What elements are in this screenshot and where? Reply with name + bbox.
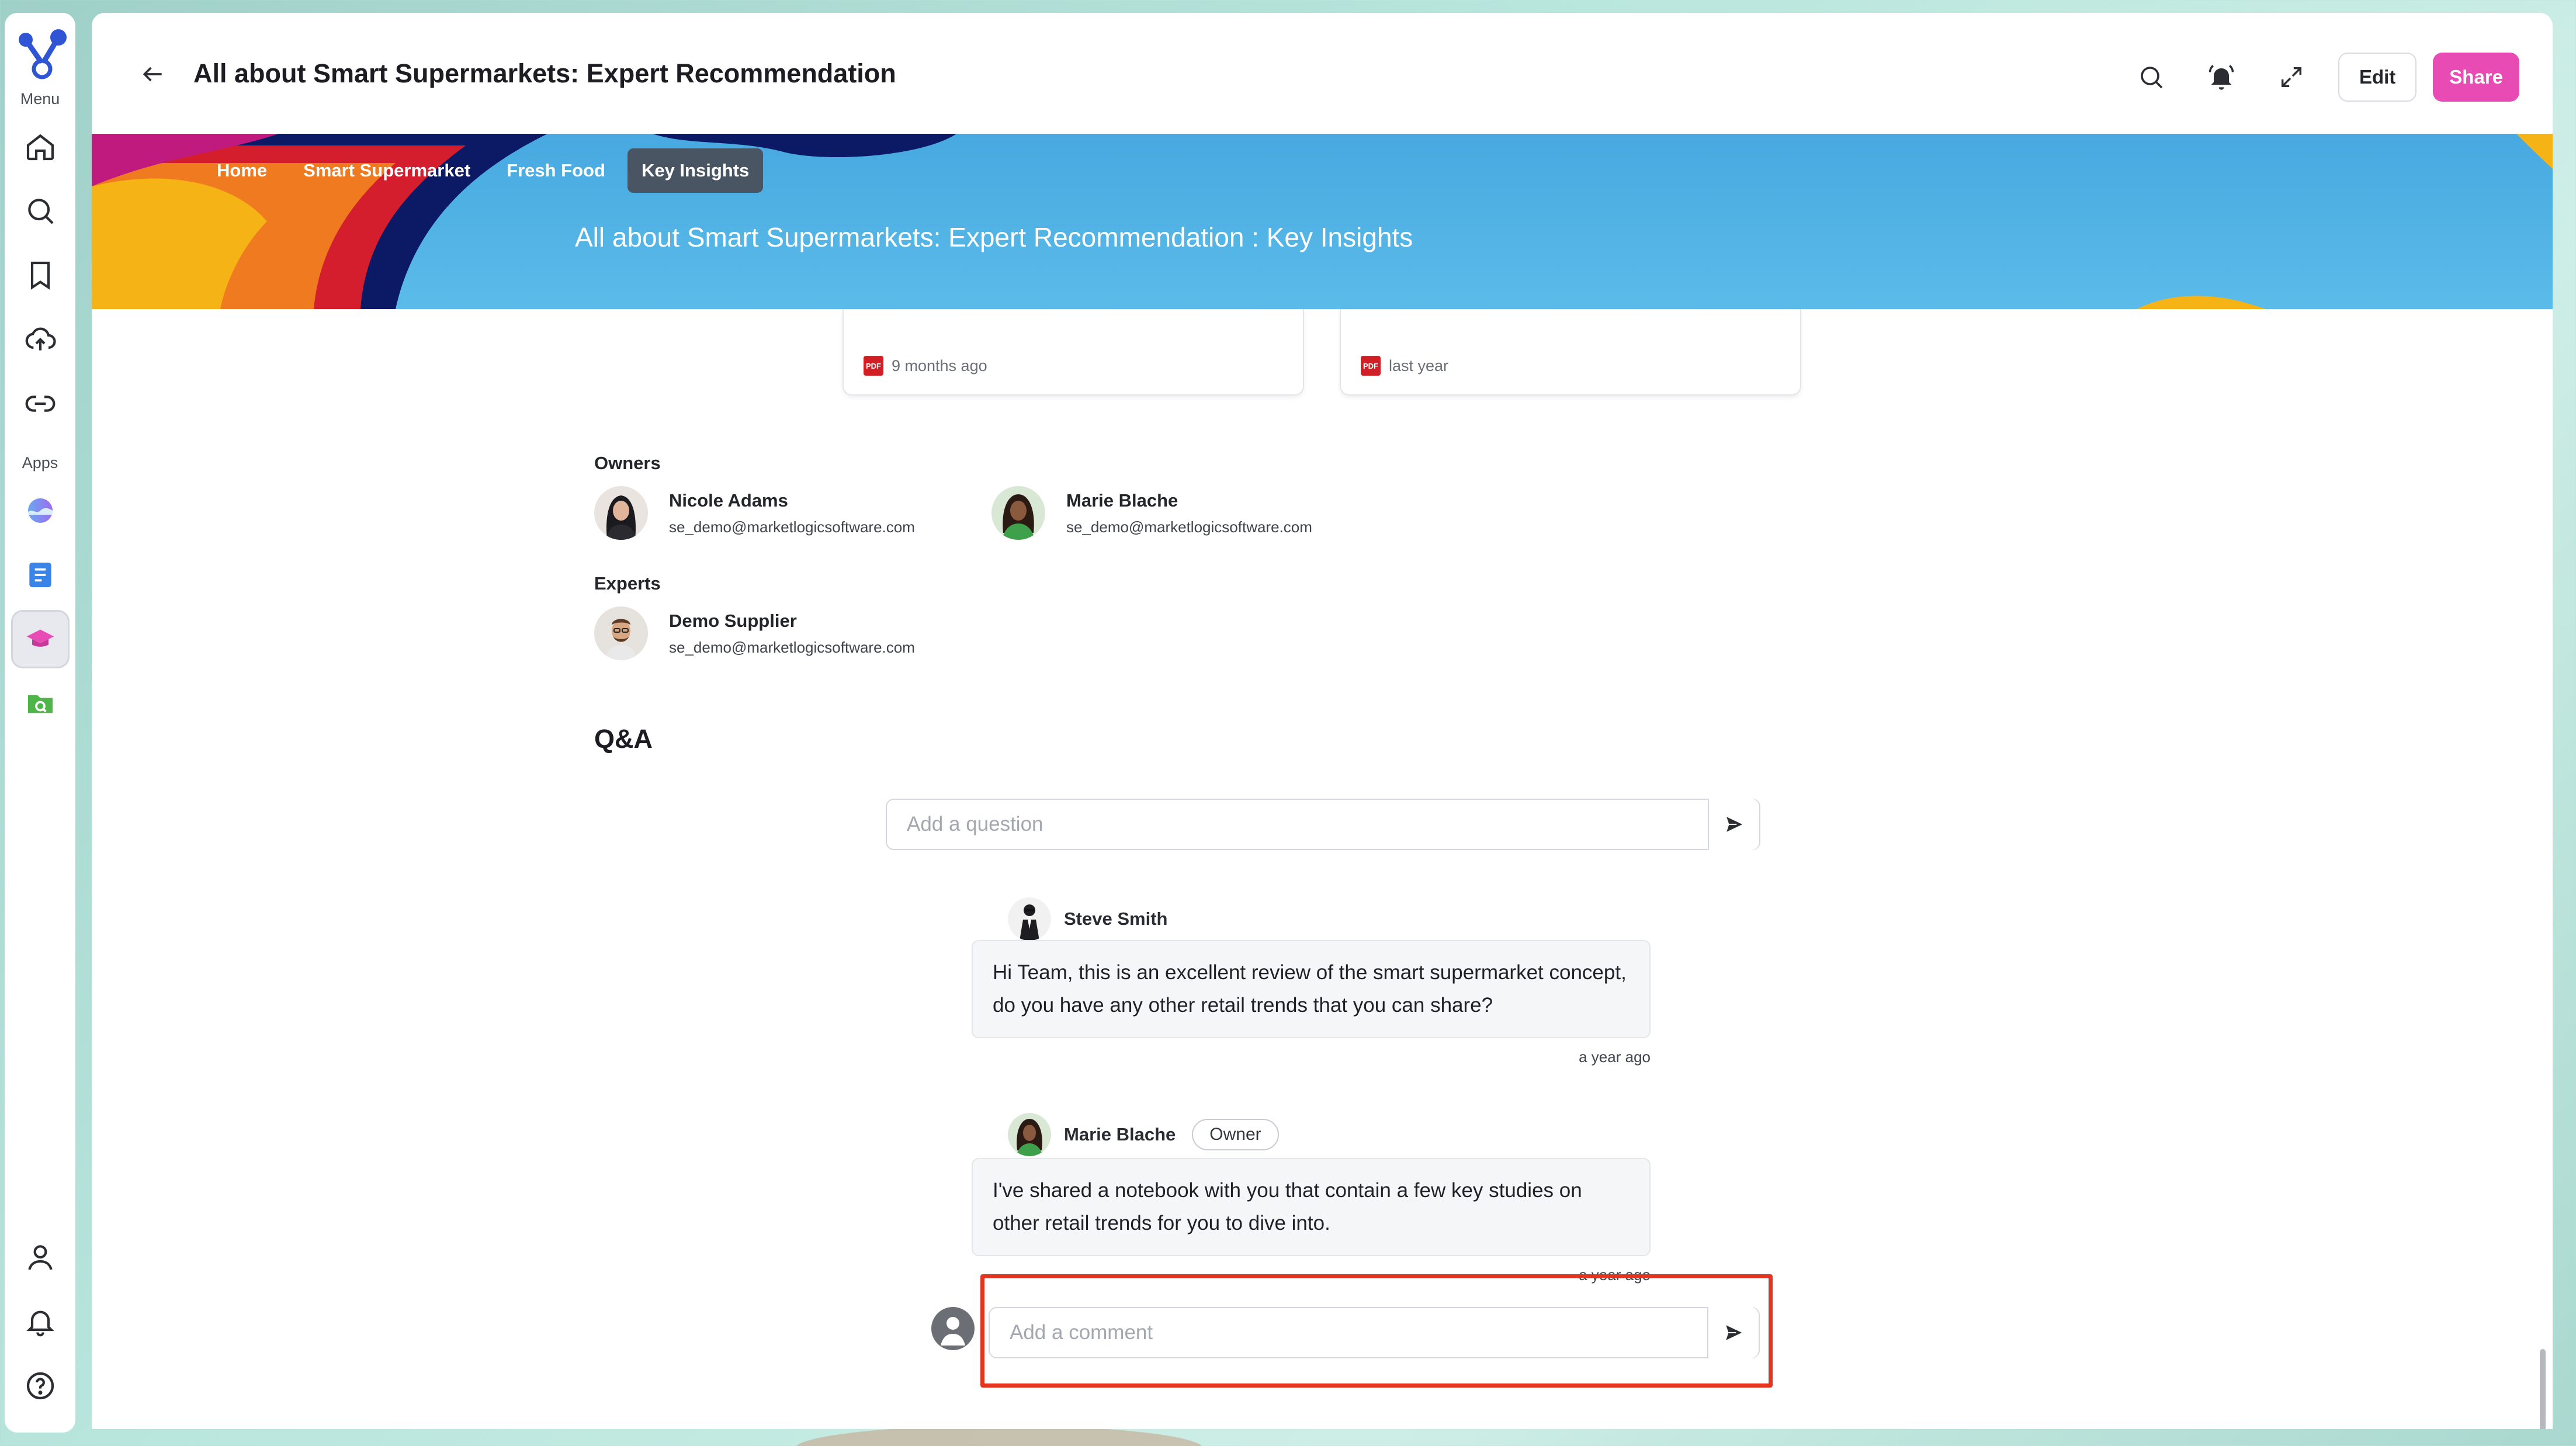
- page-title: All about Smart Supermarkets: Expert Rec…: [193, 58, 896, 88]
- breadcrumb-tabs: Home Smart Supermarket Fresh Food Key In…: [203, 148, 771, 193]
- owner-badge: Owner: [1192, 1119, 1279, 1150]
- pdf-icon: PDF: [864, 356, 883, 376]
- menu-label: Menu: [20, 90, 60, 108]
- search-icon[interactable]: [2128, 54, 2175, 100]
- folder-search-app-icon[interactable]: [11, 674, 70, 733]
- tab-home[interactable]: Home: [203, 148, 281, 193]
- comment-author: Marie Blache Owner: [1008, 1113, 1279, 1156]
- comment-author: Steve Smith: [1008, 897, 1167, 941]
- comment-input-group: [989, 1307, 1760, 1358]
- send-comment-button[interactable]: [1707, 1307, 1759, 1358]
- share-button[interactable]: Share: [2433, 53, 2519, 102]
- user-avatar-icon: [931, 1307, 975, 1350]
- avatar: [1008, 897, 1051, 941]
- banner: Home Smart Supermarket Fresh Food Key In…: [92, 134, 2553, 309]
- banner-title: All about Smart Supermarkets: Expert Rec…: [575, 222, 1413, 252]
- main-panel: All about Smart Supermarkets: Expert Rec…: [92, 13, 2553, 1429]
- document-time: last year: [1389, 356, 1449, 374]
- wave-app-icon[interactable]: [11, 481, 70, 540]
- search-icon[interactable]: [11, 182, 70, 240]
- expand-icon[interactable]: [2268, 54, 2315, 100]
- pdf-icon: PDF: [1361, 356, 1381, 376]
- expert-card[interactable]: Demo Supplier se_demo@marketlogicsoftwar…: [594, 606, 915, 660]
- document-time: 9 months ago: [892, 356, 987, 374]
- comment-bubble: Hi Team, this is an excellent review of …: [972, 940, 1651, 1038]
- comment-author-name: Steve Smith: [1064, 908, 1168, 929]
- send-icon: [1726, 1325, 1742, 1340]
- scrollbar[interactable]: [2540, 1349, 2546, 1429]
- upload-cloud-icon[interactable]: [11, 310, 70, 369]
- notification-bell-icon[interactable]: [2198, 54, 2245, 100]
- user-icon[interactable]: [11, 1228, 70, 1287]
- avatar: [991, 486, 1045, 540]
- comment-timestamp: a year ago: [1579, 1048, 1651, 1066]
- left-sidebar: Menu Apps: [5, 13, 75, 1433]
- qa-heading: Q&A: [594, 724, 653, 754]
- home-icon[interactable]: [11, 117, 70, 176]
- send-question-button[interactable]: [1708, 799, 1759, 850]
- owner-card[interactable]: Nicole Adams se_demo@marketlogicsoftware…: [594, 486, 915, 540]
- bell-icon[interactable]: [11, 1292, 70, 1351]
- bookmark-icon[interactable]: [11, 246, 70, 304]
- app-logo-icon[interactable]: [8, 22, 72, 86]
- owner-name: Marie Blache: [1066, 490, 1178, 511]
- expert-email: se_demo@marketlogicsoftware.com: [669, 638, 915, 656]
- owner-email: se_demo@marketlogicsoftware.com: [1066, 518, 1312, 536]
- back-arrow-icon[interactable]: [133, 54, 174, 95]
- question-input[interactable]: [887, 800, 1708, 849]
- top-bar: All about Smart Supermarkets: Expert Rec…: [92, 13, 2553, 134]
- experts-heading: Experts: [594, 573, 661, 594]
- owners-heading: Owners: [594, 453, 661, 473]
- tab-key-insights[interactable]: Key Insights: [627, 148, 764, 193]
- tab-smart-supermarket[interactable]: Smart Supermarket: [289, 148, 484, 193]
- top-actions: Edit Share: [2128, 53, 2519, 102]
- document-app-icon[interactable]: [11, 546, 70, 604]
- help-icon[interactable]: [11, 1357, 70, 1415]
- link-icon[interactable]: [11, 374, 70, 433]
- owner-name: Nicole Adams: [669, 490, 788, 511]
- comment-bubble: I've shared a notebook with you that con…: [972, 1158, 1651, 1256]
- graduation-app-icon[interactable]: [11, 610, 70, 668]
- document-card[interactable]: PDF last year: [1340, 309, 1801, 396]
- page-content: PDF 9 months ago PDF last year Owners Ni…: [92, 309, 2553, 1429]
- avatar: [594, 486, 648, 540]
- avatar: [594, 606, 648, 660]
- apps-label: Apps: [22, 454, 58, 471]
- tab-fresh-food[interactable]: Fresh Food: [493, 148, 619, 193]
- comment-author-name: Marie Blache: [1064, 1124, 1176, 1145]
- expert-name: Demo Supplier: [669, 610, 797, 631]
- avatar: [1008, 1113, 1051, 1156]
- document-card[interactable]: PDF 9 months ago: [843, 309, 1304, 396]
- comment-input[interactable]: [990, 1308, 1707, 1357]
- edit-button[interactable]: Edit: [2338, 53, 2417, 102]
- owner-email: se_demo@marketlogicsoftware.com: [669, 518, 915, 536]
- owner-card[interactable]: Marie Blache se_demo@marketlogicsoftware…: [991, 486, 1312, 540]
- send-icon: [1726, 817, 1743, 832]
- question-input-group: [886, 799, 1760, 850]
